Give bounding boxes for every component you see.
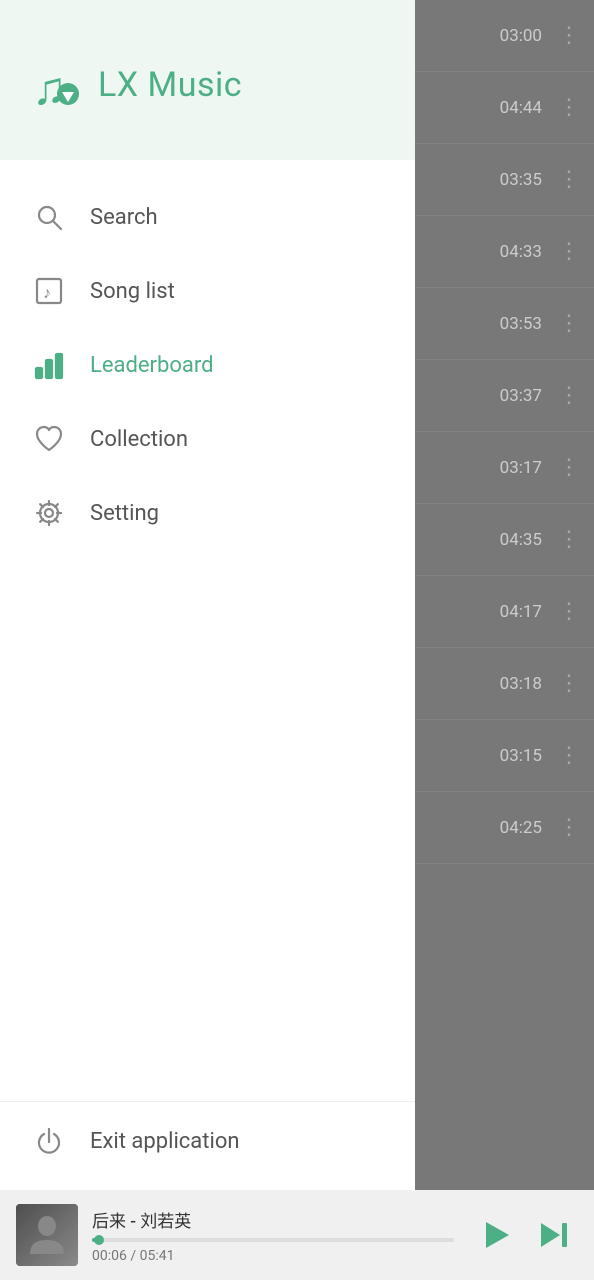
song-duration: 04:25 [492,818,542,838]
song-duration: 03:17 [492,458,542,478]
sidebar-item-label-collection: Collection [90,427,188,452]
sidebar-item-setting[interactable]: Setting [0,476,415,550]
power-icon [30,1122,68,1160]
svg-text:♪: ♪ [43,283,51,302]
heart-icon [30,420,68,458]
more-options-icon[interactable]: ⋮ [554,595,584,628]
exit-button[interactable]: Exit application [0,1101,415,1190]
song-duration: 03:37 [492,386,542,406]
sidebar: ♫ LX Music Search [0,0,415,1190]
player-bar: 后来 - 刘若英 00:06 / 05:41 [0,1190,594,1280]
song-duration: 03:53 [492,314,542,334]
song-row[interactable]: 04:25 ⋮ [415,792,594,864]
exit-label: Exit application [90,1129,240,1154]
player-time: 00:06 / 05:41 [92,1248,454,1264]
song-duration: 03:18 [492,674,542,694]
more-options-icon[interactable]: ⋮ [554,379,584,412]
app-logo-icon: ♫ [30,58,84,112]
album-art-image [16,1204,78,1266]
song-duration: 03:35 [492,170,542,190]
song-row[interactable]: 04:33 ⋮ [415,216,594,288]
more-options-icon[interactable]: ⋮ [554,523,584,556]
nav-list: Search ♪ Song list [0,160,415,1101]
song-duration: 03:15 [492,746,542,766]
song-duration: 04:17 [492,602,542,622]
leaderboard-icon [30,346,68,384]
more-options-icon[interactable]: ⋮ [554,667,584,700]
sidebar-item-songlist[interactable]: ♪ Song list [0,254,415,328]
song-row[interactable]: 03:18 ⋮ [415,648,594,720]
app-title: LX Music [98,65,242,105]
song-list-panel: 03:00 ⋮ 04:44 ⋮ 03:35 ⋮ 04:33 ⋮ 03:53 ⋮ … [415,0,594,1190]
more-options-icon[interactable]: ⋮ [554,19,584,52]
progress-bar[interactable] [92,1238,454,1242]
play-button[interactable] [468,1209,520,1261]
song-row[interactable]: 03:00 ⋮ [415,0,594,72]
sidebar-item-label-search: Search [90,205,158,230]
song-row[interactable]: 03:15 ⋮ [415,720,594,792]
app-header: ♫ LX Music [0,0,415,160]
song-row[interactable]: 03:37 ⋮ [415,360,594,432]
sidebar-item-leaderboard[interactable]: Leaderboard [0,328,415,402]
song-row[interactable]: 04:35 ⋮ [415,504,594,576]
sidebar-item-search[interactable]: Search [0,180,415,254]
sidebar-item-label-setting: Setting [90,501,159,526]
gear-icon [30,494,68,532]
player-info: 后来 - 刘若英 00:06 / 05:41 [92,1207,454,1264]
search-icon [30,198,68,236]
more-options-icon[interactable]: ⋮ [554,811,584,844]
more-options-icon[interactable]: ⋮ [554,739,584,772]
player-controls [468,1209,578,1261]
more-options-icon[interactable]: ⋮ [554,235,584,268]
player-song-title: 后来 - 刘若英 [92,1207,454,1232]
album-art [16,1204,78,1266]
more-options-icon[interactable]: ⋮ [554,163,584,196]
more-options-icon[interactable]: ⋮ [554,451,584,484]
song-duration: 04:44 [492,98,542,118]
songlist-icon: ♪ [30,272,68,310]
song-duration: 04:35 [492,530,542,550]
sidebar-item-label-leaderboard: Leaderboard [90,353,214,378]
more-options-icon[interactable]: ⋮ [554,91,584,124]
more-options-icon[interactable]: ⋮ [554,307,584,340]
skip-forward-button[interactable] [534,1213,578,1257]
progress-dot [94,1235,104,1245]
song-row[interactable]: 03:17 ⋮ [415,432,594,504]
sidebar-item-collection[interactable]: Collection [0,402,415,476]
song-row[interactable]: 03:35 ⋮ [415,144,594,216]
song-list: 03:00 ⋮ 04:44 ⋮ 03:35 ⋮ 04:33 ⋮ 03:53 ⋮ … [415,0,594,1190]
song-row[interactable]: 04:17 ⋮ [415,576,594,648]
song-duration: 03:00 [492,26,542,46]
sidebar-item-label-songlist: Song list [90,279,175,304]
song-row[interactable]: 03:53 ⋮ [415,288,594,360]
song-row[interactable]: 04:44 ⋮ [415,72,594,144]
song-duration: 04:33 [492,242,542,262]
